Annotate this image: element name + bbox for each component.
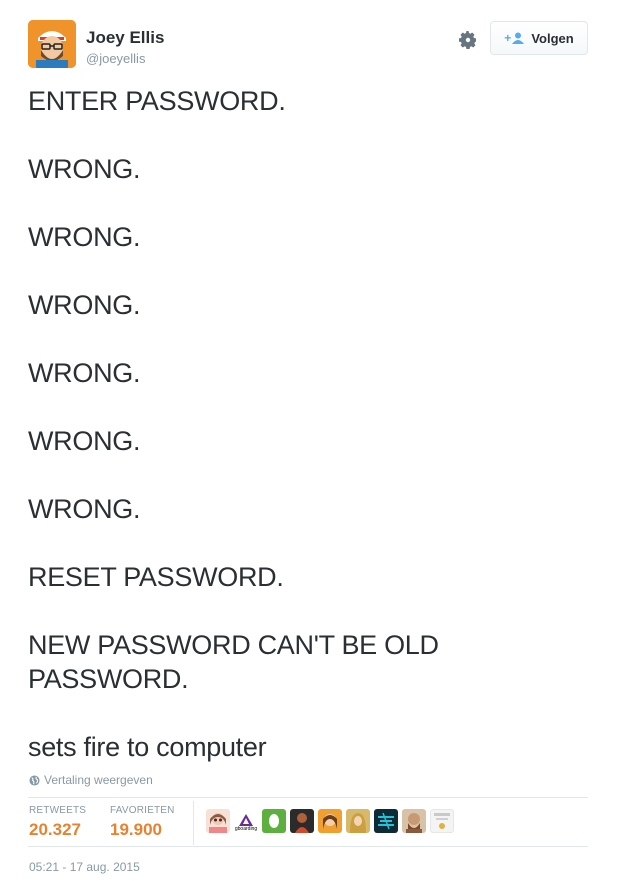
favoriter-avatar[interactable]: gboarding bbox=[234, 809, 258, 833]
retweets-stat[interactable]: RETWEETS 20.327 bbox=[29, 805, 86, 840]
favoriter-avatar[interactable] bbox=[318, 809, 342, 833]
tweet-line: WRONG. bbox=[28, 358, 141, 388]
tweet-line: ENTER PASSWORD. bbox=[28, 86, 286, 116]
add-user-icon: + bbox=[504, 31, 525, 45]
tweet-stats: RETWEETS 20.327 FAVORIETEN 19.900 gboard… bbox=[28, 801, 588, 845]
follow-button[interactable]: + Volgen bbox=[490, 21, 588, 55]
tweet-line: sets fire to computer bbox=[28, 732, 267, 762]
divider-bottom bbox=[28, 846, 588, 847]
translate-link[interactable]: Vertaling weergeven bbox=[29, 773, 153, 787]
avatar[interactable] bbox=[28, 20, 76, 68]
tweet-timestamp[interactable]: 05:21 - 17 aug. 2015 bbox=[29, 860, 140, 874]
tweet-line: RESET PASSWORD. bbox=[28, 562, 284, 592]
favoriter-avatar[interactable] bbox=[262, 809, 286, 833]
favoriter-avatar[interactable] bbox=[430, 809, 454, 833]
stats-separator bbox=[193, 801, 194, 845]
globe-icon bbox=[29, 774, 40, 786]
divider-top bbox=[28, 797, 588, 798]
favoriters-list: gboarding bbox=[206, 809, 454, 833]
favoriter-avatar[interactable] bbox=[290, 809, 314, 833]
tweet-line: NEW PASSWORD CAN'T BE OLD PASSWORD. bbox=[28, 630, 439, 694]
tweet-header: Joey Ellis @joeyellis + Volgen bbox=[28, 20, 588, 72]
favorites-label: FAVORIETEN bbox=[110, 805, 175, 816]
retweets-label: RETWEETS bbox=[29, 805, 87, 816]
favoriter-avatar[interactable] bbox=[374, 809, 398, 833]
tweet-line: WRONG. bbox=[28, 426, 141, 456]
translate-label: Vertaling weergeven bbox=[44, 773, 153, 787]
gear-icon[interactable] bbox=[458, 30, 478, 50]
tweet-line: WRONG. bbox=[28, 222, 141, 252]
favorites-count: 19.900 bbox=[110, 820, 162, 839]
favorites-stat[interactable]: FAVORIETEN 19.900 bbox=[110, 805, 175, 840]
user-handle[interactable]: @joeyellis bbox=[86, 51, 145, 66]
favoriter-logo-text: gboarding bbox=[234, 826, 258, 832]
tweet-line: WRONG. bbox=[28, 154, 141, 184]
follow-button-label: Volgen bbox=[531, 30, 574, 46]
retweets-count: 20.327 bbox=[29, 820, 81, 839]
user-name[interactable]: Joey Ellis bbox=[86, 28, 164, 48]
tweet-line: WRONG. bbox=[28, 290, 141, 320]
tweet-text: ENTER PASSWORD. WRONG. WRONG. WRONG. WRO… bbox=[28, 84, 588, 764]
tweet-line: WRONG. bbox=[28, 494, 141, 524]
favoriter-avatar[interactable] bbox=[346, 809, 370, 833]
favoriter-avatar[interactable] bbox=[402, 809, 426, 833]
add-user-plus: + bbox=[504, 31, 512, 45]
favoriter-avatar[interactable] bbox=[206, 809, 230, 833]
